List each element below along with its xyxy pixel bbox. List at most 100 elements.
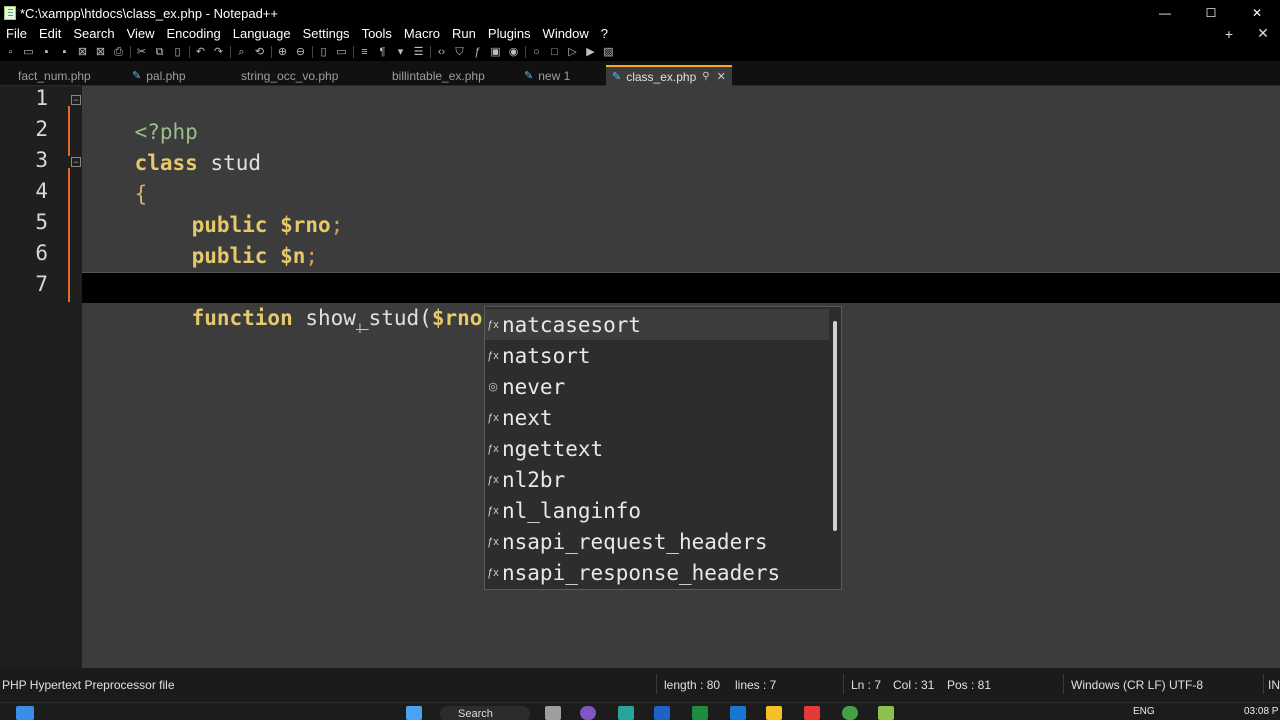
status-line[interactable]: Ln : 7 xyxy=(851,678,881,692)
menu-macro[interactable]: Macro xyxy=(398,26,446,41)
cut-icon[interactable]: ✂ xyxy=(135,46,148,59)
word-wrap-icon[interactable]: ≡ xyxy=(358,46,371,59)
replace-icon[interactable]: ⟲ xyxy=(253,46,266,59)
fold-toggle-icon[interactable]: − xyxy=(71,95,81,105)
taskbar-language[interactable]: ENG xyxy=(1133,706,1155,717)
autocomplete-scrollbar[interactable] xyxy=(833,321,837,531)
menu-encoding[interactable]: Encoding xyxy=(161,26,227,41)
outlook-icon[interactable] xyxy=(730,706,746,720)
chat-icon[interactable] xyxy=(580,706,596,720)
tab-label: new 1 xyxy=(538,68,571,83)
func-list-icon[interactable]: ƒ xyxy=(471,46,484,59)
notepad-app-icon xyxy=(4,6,16,20)
menu-help[interactable]: ? xyxy=(595,26,614,41)
tab-string-occ-vo[interactable]: string_occ_vo.php xyxy=(235,65,344,86)
function-icon: ƒx xyxy=(487,318,499,331)
fold-range-line xyxy=(68,168,70,302)
stop-macro-icon[interactable]: □ xyxy=(548,46,561,59)
save-all-icon[interactable]: ▪ xyxy=(58,46,71,59)
autocomplete-item[interactable]: ƒx next xyxy=(485,402,829,433)
close-doc-icon[interactable]: ✕ xyxy=(1246,25,1280,42)
brave-icon[interactable] xyxy=(804,706,820,720)
save-icon[interactable]: ▪ xyxy=(40,46,53,59)
store-icon[interactable] xyxy=(618,706,634,720)
menu-edit[interactable]: Edit xyxy=(33,26,67,41)
autocomplete-item[interactable]: ƒx natcasesort xyxy=(485,309,829,340)
redo-icon[interactable]: ↷ xyxy=(212,46,225,59)
pin-icon[interactable]: ⚲ xyxy=(702,71,709,82)
copy-icon[interactable]: ⧉ xyxy=(153,46,166,59)
print-icon[interactable]: ⎙ xyxy=(112,46,125,59)
autocomplete-item[interactable]: ƒx nl_langinfo xyxy=(485,495,829,526)
autocomplete-item[interactable]: ƒx nsapi_request_headers xyxy=(485,526,829,557)
dropdown-arrow-icon[interactable]: ▾ xyxy=(394,46,407,59)
tab-class-ex[interactable]: ✎ class_ex.php ⚲ ✕ xyxy=(606,65,732,86)
chrome-icon[interactable] xyxy=(842,706,858,720)
file-explorer-icon[interactable] xyxy=(766,706,782,720)
close-file-icon[interactable]: ⊠ xyxy=(76,46,89,59)
windows-start-icon[interactable] xyxy=(16,706,34,720)
tab-label: string_occ_vo.php xyxy=(241,68,339,83)
autocomplete-item[interactable]: ƒx natsort xyxy=(485,340,829,371)
autocomplete-item[interactable]: ƒx nsapi_response_headers xyxy=(485,557,829,588)
menu-tools[interactable]: Tools xyxy=(356,26,398,41)
maximize-button[interactable]: ☐ xyxy=(1188,0,1234,26)
sync-vertical-icon[interactable]: ▯ xyxy=(317,46,330,59)
indent-guide-icon[interactable]: ☰ xyxy=(412,46,425,59)
menu-plugins[interactable]: Plugins xyxy=(482,26,537,41)
record-macro-icon[interactable]: ○ xyxy=(530,46,543,59)
line-number: 1 xyxy=(35,86,48,110)
new-file-icon[interactable]: ▫ xyxy=(4,46,17,59)
tab-new-1[interactable]: ✎ new 1 xyxy=(518,65,576,86)
undo-icon[interactable]: ↶ xyxy=(194,46,207,59)
open-file-icon[interactable]: ▭ xyxy=(22,46,35,59)
menu-language[interactable]: Language xyxy=(227,26,297,41)
add-tab-icon[interactable]: + xyxy=(1212,26,1246,42)
status-insert-mode[interactable]: IN xyxy=(1268,678,1280,692)
autocomplete-item[interactable]: ƒx nl2br xyxy=(485,464,829,495)
tab-fact-num[interactable]: fact_num.php xyxy=(12,65,97,86)
autocomplete-item[interactable]: ƒx ngettext xyxy=(485,433,829,464)
zoom-out-icon[interactable]: ⊖ xyxy=(294,46,307,59)
taskbar-clock[interactable]: 03:08 P xyxy=(1244,706,1278,717)
close-window-button[interactable]: ✕ xyxy=(1234,0,1280,26)
line-number-gutter: 1 2 3 4 5 6 7 − − xyxy=(0,86,82,668)
paste-icon[interactable]: ▯ xyxy=(171,46,184,59)
menu-search[interactable]: Search xyxy=(67,26,120,41)
notepadpp-taskbar-icon[interactable] xyxy=(878,706,894,720)
menu-settings[interactable]: Settings xyxy=(297,26,356,41)
autocomplete-label: natsort xyxy=(502,343,591,368)
start-menu-icon[interactable] xyxy=(406,706,422,720)
autocomplete-item[interactable]: ◎ never xyxy=(485,371,829,402)
taskbar-search[interactable]: Search xyxy=(440,706,530,720)
play-multiple-icon[interactable]: ▶ xyxy=(584,46,597,59)
menu-run[interactable]: Run xyxy=(446,26,482,41)
minimize-button[interactable]: — xyxy=(1142,0,1188,26)
status-column[interactable]: Col : 31 xyxy=(893,678,934,692)
tab-billintable-ex[interactable]: billintable_ex.php xyxy=(386,65,491,86)
status-position[interactable]: Pos : 81 xyxy=(947,678,991,692)
close-all-icon[interactable]: ⊠ xyxy=(94,46,107,59)
word-icon[interactable] xyxy=(654,706,670,720)
tab-pal[interactable]: ✎ pal.php xyxy=(126,65,192,86)
folder-workspace-icon[interactable]: ▣ xyxy=(489,46,502,59)
fold-toggle-icon[interactable]: − xyxy=(71,157,81,167)
doc-map-icon[interactable]: ⛉ xyxy=(453,46,466,59)
status-eol-encoding[interactable]: Windows (CR LF) UTF-8 xyxy=(1071,678,1203,692)
show-all-chars-icon[interactable]: ¶ xyxy=(376,46,389,59)
find-icon[interactable]: ⌕ xyxy=(235,46,248,59)
save-macro-icon[interactable]: ▨ xyxy=(602,46,615,59)
menu-window[interactable]: Window xyxy=(537,26,595,41)
zoom-in-icon[interactable]: ⊕ xyxy=(276,46,289,59)
play-macro-icon[interactable]: ▷ xyxy=(566,46,579,59)
close-tab-icon[interactable]: ✕ xyxy=(717,70,726,83)
monitoring-icon[interactable]: ◉ xyxy=(507,46,520,59)
menu-file[interactable]: File xyxy=(0,26,33,41)
xml-tag-icon[interactable]: ‹› xyxy=(435,46,448,59)
function-icon: ƒx xyxy=(487,411,499,424)
task-view-icon[interactable] xyxy=(545,706,561,720)
excel-icon[interactable] xyxy=(692,706,708,720)
sync-horizontal-icon[interactable]: ▭ xyxy=(335,46,348,59)
toolbar-divider xyxy=(189,46,190,58)
menu-view[interactable]: View xyxy=(121,26,161,41)
